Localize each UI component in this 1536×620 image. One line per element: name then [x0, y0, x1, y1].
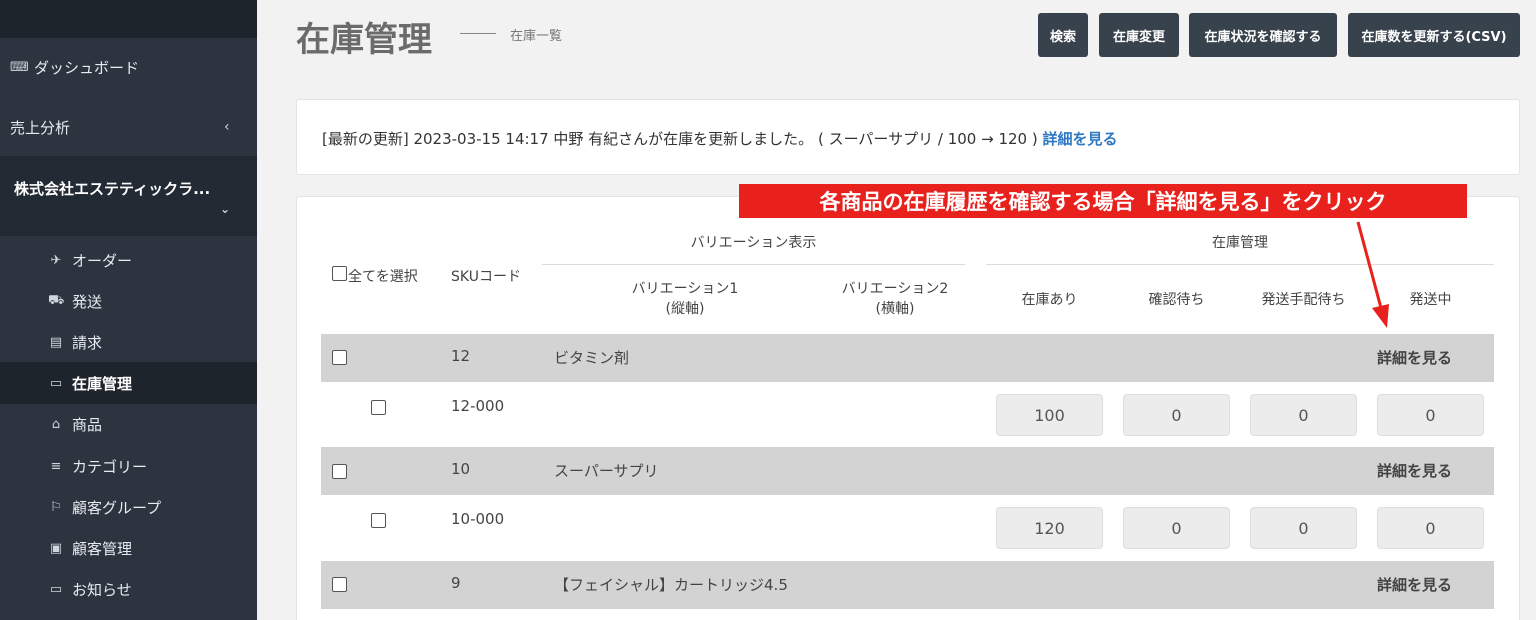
annotation-arrow-icon — [1356, 221, 1389, 328]
